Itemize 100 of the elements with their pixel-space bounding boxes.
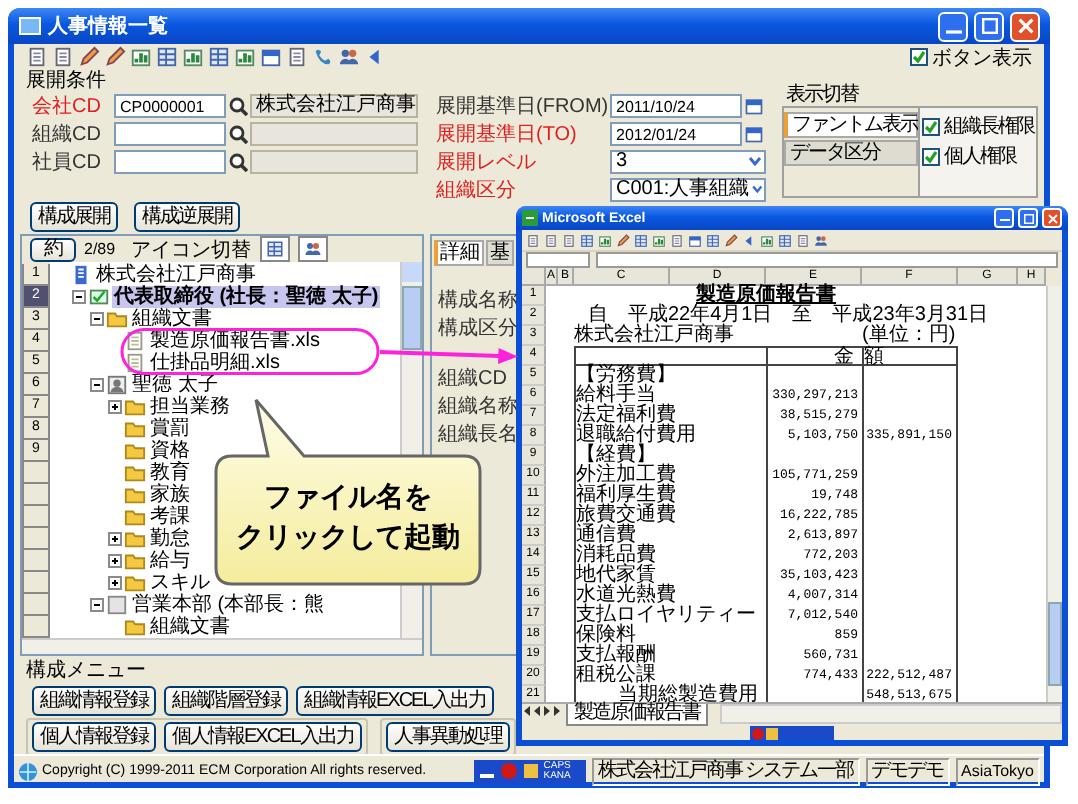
scrollbar[interactable] [1046,286,1062,702]
maximize-icon [1023,213,1033,223]
name-box[interactable] [526,252,590,268]
card-icon [88,286,110,308]
checkbox[interactable] [910,48,928,66]
icon-switch-button[interactable] [297,236,328,262]
checkbox[interactable] [922,147,940,165]
expand-toggle[interactable] [90,378,104,392]
minimize-button[interactable] [994,208,1014,228]
calendar-button[interactable] [742,93,764,117]
tree-item[interactable]: 教育 [148,462,192,484]
grid-icon[interactable] [521,762,540,780]
tree-item[interactable]: 賞罰 [148,418,192,440]
dropdown[interactable]: C001:人事組織 [610,177,766,201]
table-icon[interactable] [778,233,792,247]
menu-button[interactable]: 組織情報登録 [32,685,156,715]
menu-button[interactable]: 個人情報登録 [32,721,156,751]
document-icon[interactable] [52,46,74,68]
search-button[interactable] [226,149,248,173]
minimize-button[interactable] [938,11,968,41]
grid-icon[interactable] [766,727,778,739]
input-field[interactable] [114,121,226,145]
close-button[interactable] [1042,208,1062,228]
document-icon[interactable] [26,46,48,68]
scrollbar[interactable] [22,638,422,654]
nav-button[interactable]: 約 [30,237,76,261]
tree-item[interactable]: 勤怠 [148,528,192,550]
tree-item[interactable]: 営業本部 (本部長：熊 [130,594,327,616]
menu-button[interactable]: 組織階層登録 [164,685,288,715]
chart-icon[interactable] [598,233,612,247]
menu-button[interactable]: 人事異動処理 [385,721,510,751]
expand-toggle[interactable] [90,598,104,612]
expand-toggle[interactable] [108,554,122,568]
table-icon[interactable] [208,46,230,68]
maximize-button[interactable] [974,11,1004,41]
expand-toggle[interactable] [108,576,122,590]
tree-item[interactable]: 仕掛品明細.xls [148,352,282,374]
calendar-icon[interactable] [260,46,282,68]
table-icon[interactable] [706,233,720,247]
phone-icon[interactable] [312,46,334,68]
calendar-button[interactable] [742,121,764,145]
expand-button[interactable]: 構成展開 [30,202,118,232]
expand-toggle[interactable] [108,400,122,414]
chart-icon[interactable] [182,46,204,68]
language-bar[interactable] [750,726,834,740]
maximize-button[interactable] [1018,208,1038,228]
document-icon[interactable] [562,233,576,247]
sheet-cell: 水道光熱費 [574,586,766,606]
sheet-tab[interactable]: 製造原価報告書 [566,704,708,726]
scrollbar[interactable] [720,704,1062,724]
tab[interactable]: ファントム表示 [784,112,918,138]
tree-item[interactable]: 組織文書 [130,308,214,330]
chart-icon[interactable] [652,233,666,247]
icon-switch-button[interactable] [259,236,290,262]
checkbox[interactable] [922,117,940,135]
tab[interactable]: 詳細 [434,240,484,266]
chart-icon[interactable] [760,233,774,247]
tree-item[interactable]: 考課 [148,506,192,528]
date-field[interactable]: 2012/01/24 [610,121,742,145]
people-icon[interactable] [338,46,360,68]
expand-toggle[interactable] [108,532,122,546]
tree-item[interactable]: 家族 [148,484,192,506]
document-icon[interactable] [526,233,540,247]
tab[interactable]: データ区分 [784,140,918,166]
table-icon[interactable] [634,233,648,247]
sheet-nav-icon[interactable] [522,704,562,718]
menu-button[interactable]: 組織情報EXCEL入出力 [296,685,494,715]
document-icon[interactable] [544,233,558,247]
people-icon[interactable] [814,233,828,247]
chart-icon[interactable] [234,46,256,68]
calendar-icon[interactable] [688,233,702,247]
expand-toggle[interactable] [90,312,104,326]
formula-field[interactable] [596,252,1058,268]
tree-item[interactable]: スキル [148,572,212,594]
menu-button[interactable]: 個人情報EXCEL入出力 [164,721,362,751]
document-icon[interactable] [286,46,308,68]
tree-item[interactable]: 給与 [148,550,192,572]
document-icon[interactable] [670,233,684,247]
input-field[interactable]: CP0000001 [114,93,226,117]
expand-toggle[interactable] [72,290,86,304]
tree-item[interactable]: 製造原価報告書.xls [148,330,322,352]
tree-item[interactable]: 組織文書 [148,616,232,638]
tree-item[interactable]: 株式会社江戸商事 [94,264,258,286]
tree-item[interactable]: 資格 [148,440,192,462]
table-icon[interactable] [580,233,594,247]
search-button[interactable] [226,93,248,117]
tree-item[interactable]: 担当業務 [148,396,232,418]
input-field[interactable] [114,149,226,173]
date-field[interactable]: 2011/10/24 [610,93,742,117]
tab[interactable]: 基 [486,240,514,266]
chart-icon[interactable] [130,46,152,68]
dropdown[interactable]: 3 [610,149,766,173]
triangle-icon[interactable] [742,233,756,247]
sheet-cell: 消耗品費 [574,546,766,566]
document-icon[interactable] [796,233,810,247]
table-icon[interactable] [156,46,178,68]
close-button[interactable] [1010,11,1040,41]
expand-button[interactable]: 構成逆展開 [134,202,240,232]
tree-item[interactable]: 代表取締役 (社長：聖徳 太子) [112,286,381,308]
search-button[interactable] [226,121,248,145]
